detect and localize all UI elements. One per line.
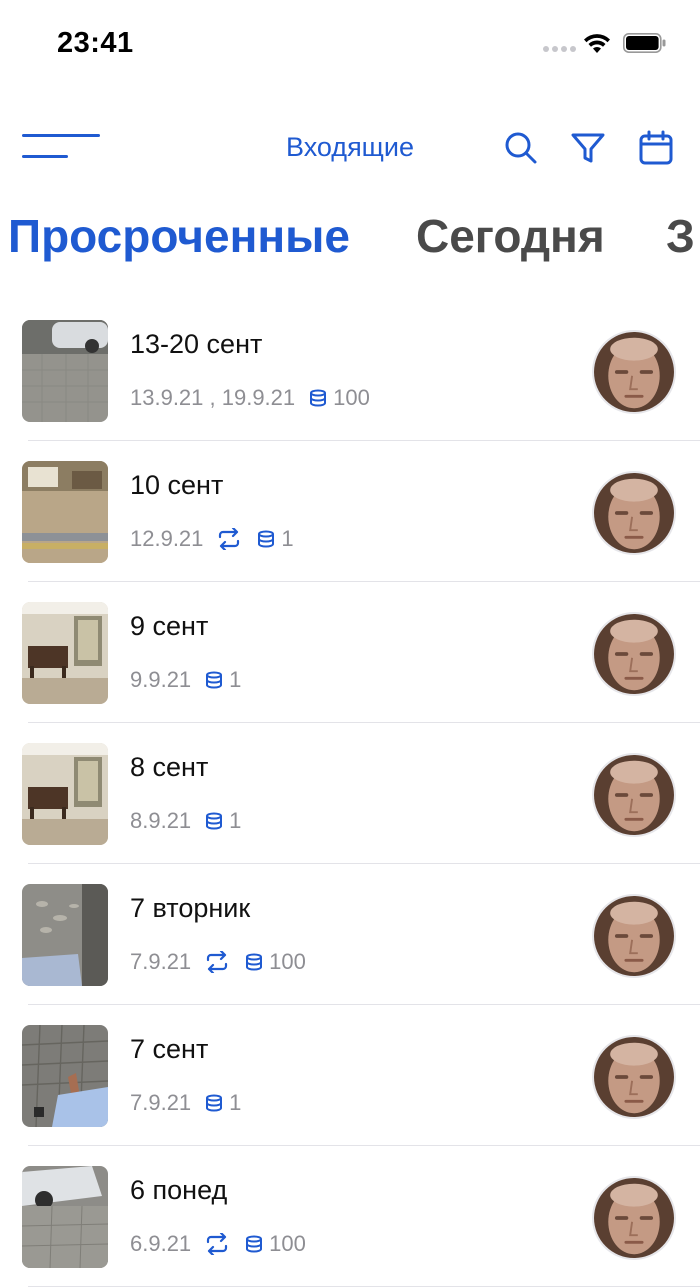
- item-count: 100: [269, 1231, 306, 1256]
- item-date: 8.9.21: [130, 808, 192, 833]
- menu-icon: [22, 134, 100, 137]
- item-title: 7 вторник: [130, 893, 251, 923]
- item-date: 12.9.21: [130, 526, 204, 551]
- item-meta: 9.9.21 1: [130, 666, 241, 694]
- search-button[interactable]: [502, 130, 538, 166]
- list-item[interactable]: 9 сент 9.9.21 1: [0, 582, 700, 723]
- tab-today[interactable]: Сегодня: [416, 205, 605, 267]
- item-count: 1: [229, 808, 242, 833]
- item-date: 9.9.21: [130, 667, 192, 692]
- thumbnail-image: [22, 743, 108, 845]
- repeat-icon: [219, 528, 240, 550]
- filter-icon: [571, 133, 605, 163]
- header-bar: Входящие: [0, 110, 700, 190]
- database-icon: [206, 671, 223, 689]
- list-item[interactable]: 7 вторник 7.9.21 100: [0, 864, 700, 1005]
- database-icon: [310, 389, 327, 407]
- item-title: 8 сент: [130, 752, 209, 782]
- item-meta: 8.9.21 1: [130, 807, 241, 835]
- item-title: 6 понед: [130, 1175, 228, 1205]
- database-icon: [246, 1235, 263, 1253]
- avatar[interactable]: [592, 330, 676, 414]
- item-count: 1: [229, 667, 242, 692]
- repeat-icon: [207, 1233, 228, 1255]
- avatar[interactable]: [592, 471, 676, 555]
- calendar-button[interactable]: [638, 130, 674, 166]
- wifi-icon: [582, 31, 612, 55]
- item-date: 13.9.21 , 19.9.21: [130, 385, 296, 410]
- tab-bar: Просроченные Сегодня З: [0, 205, 700, 275]
- search-icon: [505, 132, 537, 164]
- list-item[interactable]: 8 сент 8.9.21 1: [0, 723, 700, 864]
- thumbnail-image: [22, 884, 108, 986]
- thumbnail-image: [22, 1025, 108, 1127]
- thumbnail-image: [22, 320, 108, 422]
- item-meta: 7.9.21 1: [130, 1089, 241, 1117]
- item-meta: 7.9.21 100: [130, 948, 306, 976]
- item-date: 7.9.21: [130, 1090, 192, 1115]
- database-icon: [258, 530, 275, 548]
- database-icon: [206, 1094, 223, 1112]
- calendar-icon: [639, 130, 673, 165]
- list-item[interactable]: 10 сент 12.9.21 1: [0, 441, 700, 582]
- cellular-signal-icon: [543, 46, 576, 54]
- tab-tomorrow[interactable]: З: [666, 205, 695, 267]
- item-title: 10 сент: [130, 470, 224, 500]
- repeat-icon: [207, 951, 228, 973]
- avatar[interactable]: [592, 753, 676, 837]
- filter-button[interactable]: [570, 130, 606, 166]
- thumbnail-image: [22, 602, 108, 704]
- page-title: Входящие: [285, 132, 414, 162]
- item-title: 7 сент: [130, 1034, 209, 1064]
- status-time: 23:41: [57, 27, 134, 59]
- item-title: 9 сент: [130, 611, 209, 641]
- list-item[interactable]: 13-20 сент 13.9.21 , 19.9.21 100: [0, 300, 700, 441]
- item-meta: 13.9.21 , 19.9.21 100: [130, 384, 370, 412]
- avatar[interactable]: [592, 1035, 676, 1119]
- item-count: 100: [333, 385, 370, 410]
- battery-icon: [623, 33, 666, 53]
- item-count: 1: [229, 1090, 242, 1115]
- thumbnail-image: [22, 461, 108, 563]
- database-icon: [206, 812, 223, 830]
- avatar[interactable]: [592, 894, 676, 978]
- thumbnail-image: [22, 1166, 108, 1268]
- item-count: 1: [281, 526, 294, 551]
- item-meta: 12.9.21 1: [130, 525, 294, 553]
- item-date: 7.9.21: [130, 949, 192, 974]
- item-date: 6.9.21: [130, 1231, 192, 1256]
- item-title: 13-20 сент: [130, 329, 263, 359]
- list-item[interactable]: 7 сент 7.9.21 1: [0, 1005, 700, 1146]
- menu-button[interactable]: [22, 134, 100, 160]
- avatar[interactable]: [592, 1176, 676, 1260]
- database-icon: [246, 953, 263, 971]
- list-item[interactable]: 6 понед 6.9.21 100: [0, 1146, 700, 1287]
- avatar[interactable]: [592, 612, 676, 696]
- tab-overdue[interactable]: Просроченные: [8, 205, 350, 267]
- item-count: 100: [269, 949, 306, 974]
- status-bar: 23:41: [0, 0, 700, 90]
- item-meta: 6.9.21 100: [130, 1230, 306, 1258]
